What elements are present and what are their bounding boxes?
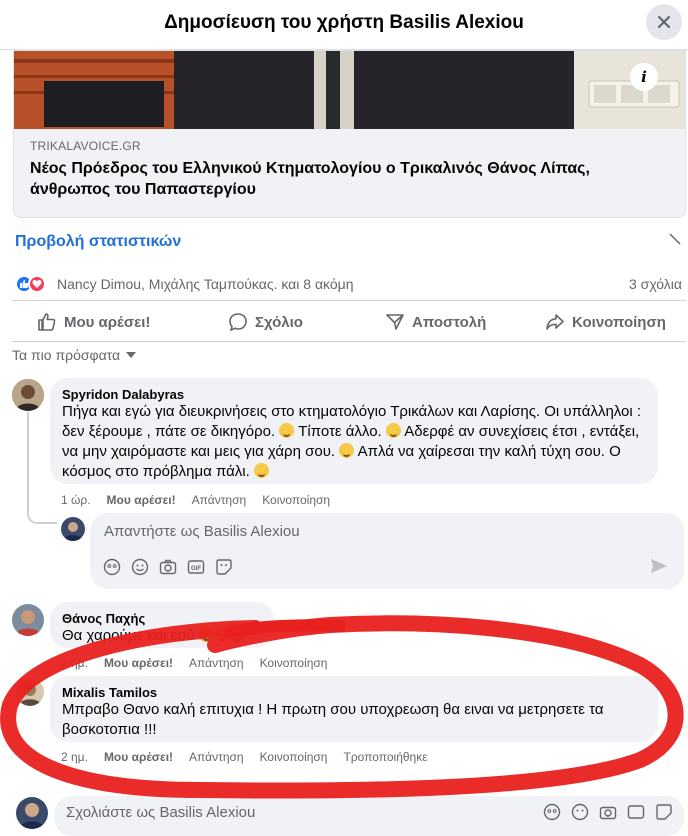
like-label: Μου αρέσει! <box>64 313 151 331</box>
info-icon[interactable]: i <box>630 63 658 91</box>
comment-text: Πήγα και εγώ για διευκρινήσεις στο κτημα… <box>62 403 642 480</box>
like-button[interactable]: Μου αρέσει! <box>37 310 150 334</box>
comment-count[interactable]: 3 σχόλια <box>629 276 682 292</box>
comment-input[interactable]: Σχολιάστε ως Basilis Alexiou <box>54 796 684 836</box>
emoji-icon[interactable] <box>130 557 150 577</box>
comment-author[interactable]: Θάνος Παχής <box>62 611 145 626</box>
share-label: Κοινοποίηση <box>572 313 666 331</box>
avatar <box>16 797 48 829</box>
comment-icon <box>229 313 247 332</box>
link-source: TRIKALAVOICE.GR <box>30 139 141 153</box>
share-button[interactable]: Κοινοποίηση <box>545 310 666 334</box>
thumbs-up-icon <box>38 313 56 331</box>
reply-input[interactable]: Απαντήστε ως Basilis Alexiou GIF <box>90 513 684 589</box>
dialog-title: Δημοσίευση του χρήστη Basilis Alexiou <box>164 12 524 33</box>
link-title[interactable]: Νέος Πρόεδρος του Ελληνικού Κτηματολογίο… <box>30 158 650 200</box>
link-preview-text[interactable]: TRIKALAVOICE.GR Νέος Πρόεδρος του Ελληνι… <box>14 129 685 217</box>
comment-bubble: Mixalis Tamilos Μπραβο Θανο καλή επιτυχι… <box>50 676 658 742</box>
smiley-icon <box>253 463 269 478</box>
comment-button[interactable]: Σχόλιο <box>228 310 303 334</box>
avatar-sticker-icon[interactable] <box>542 802 562 822</box>
comment-share-button[interactable]: Κοινοποίηση <box>260 656 328 670</box>
send-reply-icon[interactable] <box>650 557 668 580</box>
smiley-icon <box>199 627 215 642</box>
comment-share-button[interactable]: Κοινοποίηση <box>262 493 330 507</box>
comment-bubble: Spyridon Dalabyras Πήγα και εγώ για διευ… <box>50 378 658 484</box>
comment-like-button[interactable]: Μου αρέσει! <box>104 750 173 764</box>
comment-actions: 2 ημ. Μου αρέσει! Απάντηση Κοινοποίηση <box>61 656 327 670</box>
comment-time[interactable]: 2 ημ. <box>61 656 88 670</box>
share-icon <box>546 314 564 330</box>
comment-like-button[interactable]: Μου αρέσει! <box>107 493 176 507</box>
reply-placeholder: Απαντήστε ως Basilis Alexiou <box>104 523 300 540</box>
camera-icon[interactable] <box>598 802 618 822</box>
comment-text: Μπραβο Θανο καλή επιτυχια ! Η πρωτη σου … <box>62 701 604 738</box>
reactors-text[interactable]: Nancy Dimou, Μιχάλης Ταμπούκας. και 8 ακ… <box>57 276 354 292</box>
comment-edited-label[interactable]: Τροποποιήθηκε <box>343 750 427 764</box>
comment-label: Σχόλιο <box>255 313 303 331</box>
send-label: Αποστολή <box>412 313 487 331</box>
view-insights-link[interactable]: Προβολή στατιστικών <box>15 233 181 251</box>
avatar[interactable] <box>16 678 44 706</box>
smiley-icon <box>214 627 230 642</box>
avatar[interactable] <box>12 379 44 411</box>
comment-time[interactable]: 1 ώρ. <box>61 493 91 507</box>
sticker-icon[interactable] <box>654 802 674 822</box>
gif-icon[interactable] <box>626 802 646 822</box>
reply-toolbar: GIF <box>102 557 234 577</box>
send-icon <box>386 314 404 330</box>
caret-down-icon <box>126 352 137 358</box>
love-icon <box>28 275 46 293</box>
smiley-icon <box>279 423 295 438</box>
emoji-icon[interactable] <box>570 802 590 822</box>
comment-bubble: Θάνος Παχής Θα χαρούμε και εσύ <box>50 602 274 648</box>
smiley-icon <box>339 443 355 458</box>
comment-like-button[interactable]: Μου αρέσει! <box>104 656 173 670</box>
comment-author[interactable]: Spyridon Dalabyras <box>62 387 184 402</box>
dialog-header: Δημοσίευση του χρήστη Basilis Alexiou <box>0 0 688 50</box>
send-button[interactable]: Αποστολή <box>385 310 486 334</box>
comment-reply-button[interactable]: Απάντηση <box>189 656 244 670</box>
comment-toolbar <box>542 802 674 822</box>
comment-share-button[interactable]: Κοινοποίηση <box>260 750 328 764</box>
comment-sort-dropdown[interactable]: Τα πιο πρόσφατα <box>12 347 137 363</box>
smiley-icon <box>229 627 245 642</box>
svg-text:GIF: GIF <box>191 566 201 572</box>
thread-line <box>27 412 57 524</box>
avatar <box>61 517 85 541</box>
comment-placeholder: Σχολιάστε ως Basilis Alexiou <box>66 804 256 821</box>
gif-icon[interactable]: GIF <box>186 557 206 577</box>
comment-reply-button[interactable]: Απάντηση <box>192 493 247 507</box>
avatar[interactable] <box>12 604 44 636</box>
comment-text: Θα χαρούμε και εσύ <box>62 626 245 646</box>
divider <box>12 341 686 342</box>
comment-time[interactable]: 2 ημ. <box>61 750 88 764</box>
comment-author[interactable]: Mixalis Tamilos <box>62 685 157 700</box>
close-button[interactable] <box>646 4 682 40</box>
comment-reply-button[interactable]: Απάντηση <box>189 750 244 764</box>
reaction-icons[interactable] <box>15 274 46 294</box>
link-preview-card[interactable]: TRIKALAVOICE.GR Νέος Πρόεδρος του Ελληνι… <box>13 50 686 218</box>
comment-actions: 2 ημ. Μου αρέσει! Απάντηση Κοινοποίηση Τ… <box>61 750 428 764</box>
link-preview-image[interactable] <box>14 51 685 129</box>
divider <box>12 300 686 301</box>
sort-label: Τα πιο πρόσφατα <box>12 347 121 363</box>
chevron-right-icon <box>668 232 682 251</box>
sticker-icon[interactable] <box>214 557 234 577</box>
comment-actions: 1 ώρ. Μου αρέσει! Απάντηση Κοινοποίηση <box>61 493 330 507</box>
close-icon <box>657 15 671 29</box>
camera-icon[interactable] <box>158 557 178 577</box>
smiley-icon <box>385 423 401 438</box>
avatar-sticker-icon[interactable] <box>102 557 122 577</box>
